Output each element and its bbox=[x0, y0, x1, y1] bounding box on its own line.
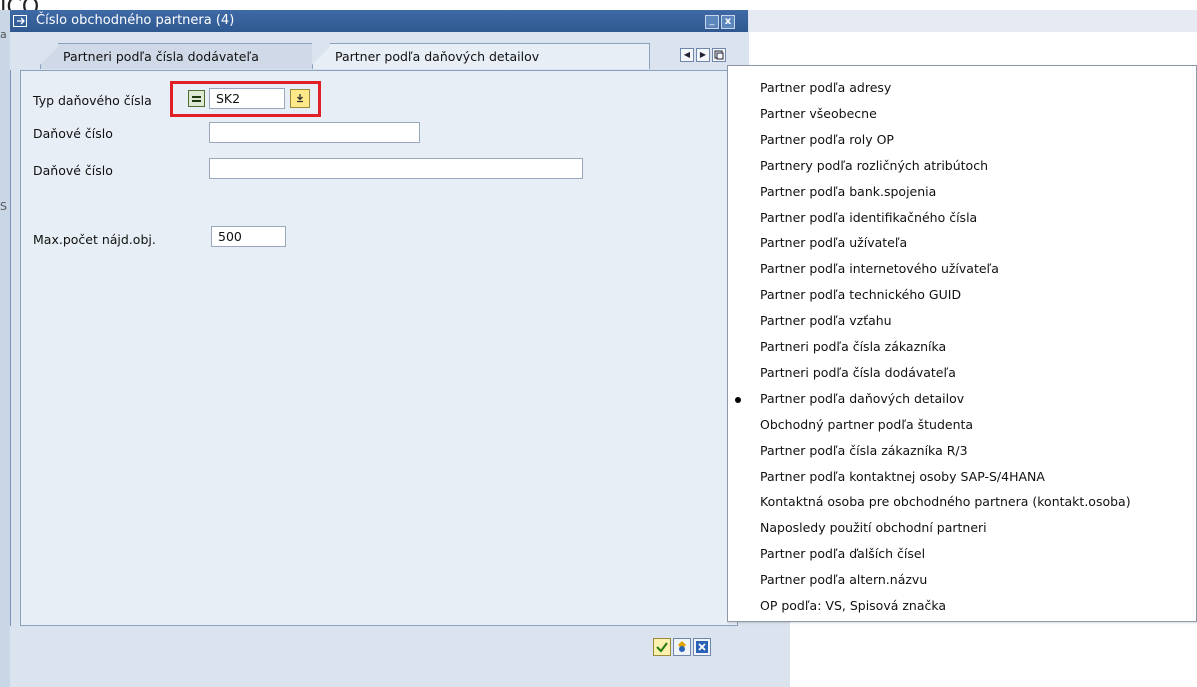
menu-item[interactable]: Partner podľa ďalších čísel bbox=[760, 546, 925, 561]
background-right-strip bbox=[748, 10, 1197, 32]
menu-item[interactable]: Partneri podľa čísla zákazníka bbox=[760, 339, 946, 354]
menu-item[interactable]: Partner podľa altern.názvu bbox=[760, 572, 927, 587]
background-right-column bbox=[748, 620, 790, 687]
menu-item[interactable]: Partner podľa čísla zákazníka R/3 bbox=[760, 443, 968, 458]
tax-number-long-input[interactable] bbox=[209, 158, 583, 179]
background-left-label: a bbox=[0, 28, 7, 41]
menu-item[interactable]: Partner všeobecne bbox=[760, 106, 877, 121]
search-icon[interactable] bbox=[673, 638, 691, 656]
menu-item[interactable]: Partner podľa roly OP bbox=[760, 132, 894, 147]
close-button[interactable]: x bbox=[721, 15, 735, 29]
menu-item[interactable]: Partner podľa identifikačného čísla bbox=[760, 210, 977, 225]
menu-item[interactable]: Partner podľa technického GUID bbox=[760, 287, 961, 302]
menu-item[interactable]: Partner podľa vzťahu bbox=[760, 313, 892, 328]
cancel-icon[interactable] bbox=[693, 638, 711, 656]
menu-item[interactable]: OP podľa: VS, Spisová značka bbox=[760, 598, 946, 613]
menu-item[interactable]: Partner podľa adresy bbox=[760, 80, 891, 95]
menu-item[interactable]: Obchodný partner podľa študenta bbox=[760, 417, 973, 432]
tab-list-icon[interactable] bbox=[712, 48, 726, 62]
menu-item[interactable]: Partner podľa užívateľa bbox=[760, 235, 907, 250]
menu-item[interactable]: Partneri podľa čísla dodávateľa bbox=[760, 365, 956, 380]
tax-type-label: Typ daňového čísla bbox=[33, 93, 152, 108]
menu-item[interactable]: Partner podľa kontaktnej osoby SAP-S/4HA… bbox=[760, 469, 1045, 484]
minimize-button[interactable]: _ bbox=[705, 15, 719, 29]
menu-item[interactable]: Partner podľa bank.spojenia bbox=[760, 184, 936, 199]
dialog-title: Číslo obchodného partnera (4) bbox=[36, 13, 235, 28]
tax-number-long-label: Daňové číslo bbox=[33, 163, 113, 178]
menu-item[interactable]: Partner podľa daňových detailov bbox=[760, 391, 964, 406]
menu-item[interactable]: Naposledy použití obchodní partneri bbox=[760, 520, 987, 535]
max-hits-input[interactable]: 500 bbox=[211, 226, 286, 247]
tab-partner-podla-danovych-detailov[interactable]: Partner podľa daňových detailov bbox=[312, 43, 650, 69]
confirm-icon[interactable] bbox=[653, 638, 671, 656]
selected-bullet-icon bbox=[735, 396, 741, 403]
max-hits-label: Max.počet nájd.obj. bbox=[33, 232, 156, 247]
tab-scroll-right-icon[interactable]: ▶ bbox=[696, 48, 710, 62]
menu-item[interactable]: Kontaktná osoba pre obchodného partnera … bbox=[760, 494, 1131, 509]
background-left-label: S bbox=[0, 200, 7, 213]
window-icon bbox=[13, 15, 27, 27]
menu-item[interactable]: Partner podľa internetového užívateľa bbox=[760, 261, 999, 276]
menu-item[interactable]: Partnery podľa rozličných atribútoch bbox=[760, 158, 988, 173]
form-panel bbox=[20, 70, 738, 626]
background-left-strip: a S bbox=[0, 10, 10, 687]
tax-number-input[interactable] bbox=[209, 122, 420, 143]
tab-scroll-left-icon[interactable]: ◀ bbox=[680, 48, 694, 62]
highlight-frame bbox=[170, 81, 321, 117]
dialog-footer bbox=[10, 626, 748, 687]
tax-number-label: Daňové číslo bbox=[33, 126, 113, 141]
tab-partneri-podla-cisla-dodavatela[interactable]: Partneri podľa čísla dodávateľa bbox=[40, 43, 322, 69]
